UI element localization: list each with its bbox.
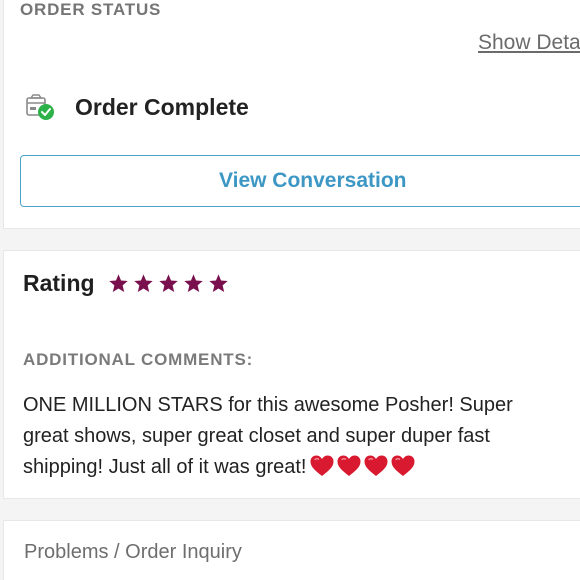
comment-text: ONE MILLION STARS for this awesome Poshe… xyxy=(23,394,513,478)
star-icon xyxy=(183,274,203,292)
star-icon xyxy=(158,274,178,292)
red-heart-icon xyxy=(364,455,388,476)
comment-block: ONE MILLION STARS for this awesome Poshe… xyxy=(23,390,580,483)
star-icon xyxy=(208,274,228,292)
problems-order-inquiry-link[interactable]: Problems / Order Inquiry xyxy=(24,541,242,564)
order-status-title: ORDER STATUS xyxy=(20,0,162,19)
order-status-row: Order Complete xyxy=(24,92,249,122)
star-rating xyxy=(108,273,229,294)
red-heart-icon xyxy=(391,455,415,476)
rating-label: Rating xyxy=(23,270,95,296)
rating-row: Rating xyxy=(23,270,229,297)
star-icon xyxy=(133,274,153,292)
star-icon xyxy=(108,274,128,292)
order-details-page: ORDER STATUS Show Details Order Complete… xyxy=(0,0,580,580)
package-check-icon xyxy=(26,94,54,120)
additional-comments-title: ADDITIONAL COMMENTS: xyxy=(23,350,254,369)
red-heart-icon xyxy=(310,455,334,476)
red-heart-icon xyxy=(337,455,361,476)
show-details-link[interactable]: Show Details xyxy=(478,31,580,55)
order-status-text: Order Complete xyxy=(75,93,249,120)
view-conversation-button[interactable]: View Conversation xyxy=(20,155,580,207)
hearts-emoji xyxy=(309,454,416,478)
